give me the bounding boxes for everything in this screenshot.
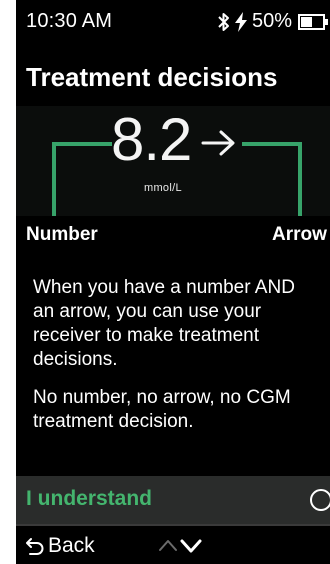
chevron-down-icon[interactable] [180, 538, 202, 554]
charging-bolt-icon [235, 12, 247, 32]
radio-unchecked-icon[interactable] [310, 489, 330, 511]
status-bar: 10:30 AM 50% [16, 0, 330, 44]
label-number: Number [26, 224, 98, 245]
left-bracket [52, 142, 112, 216]
glucose-unit: mmol/L [144, 182, 182, 194]
battery-icon [298, 14, 328, 30]
right-bracket [242, 142, 302, 216]
glucose-value: 8.2 [111, 106, 192, 173]
label-arrow: Arrow [272, 224, 327, 245]
chevron-up-icon[interactable] [158, 538, 178, 552]
instruction-text: When you have a number AND an arrow, you… [33, 276, 318, 448]
instruction-paragraph-2: No number, no arrow, no CGM treatment de… [33, 387, 291, 432]
understand-label: I understand [26, 487, 153, 510]
back-label: Back [48, 534, 95, 557]
bluetooth-icon [218, 13, 229, 31]
right-arrow-icon [201, 130, 235, 156]
instruction-paragraph-1: When you have a number AND an arrow, you… [33, 277, 295, 370]
receiver-screen: 10:30 AM 50% Treatment decisions 8.2 mmo… [16, 0, 330, 564]
back-button[interactable]: Back [26, 532, 126, 558]
page-title: Treatment decisions [26, 62, 278, 92]
understand-option[interactable]: I understand [16, 476, 330, 524]
status-time: 10:30 AM [26, 10, 113, 32]
bottom-nav-bar: Back [16, 526, 330, 564]
back-arrow-icon [26, 538, 44, 555]
reading-illustration: 8.2 mmol/L [16, 106, 330, 216]
battery-percent: 50% [252, 10, 293, 32]
